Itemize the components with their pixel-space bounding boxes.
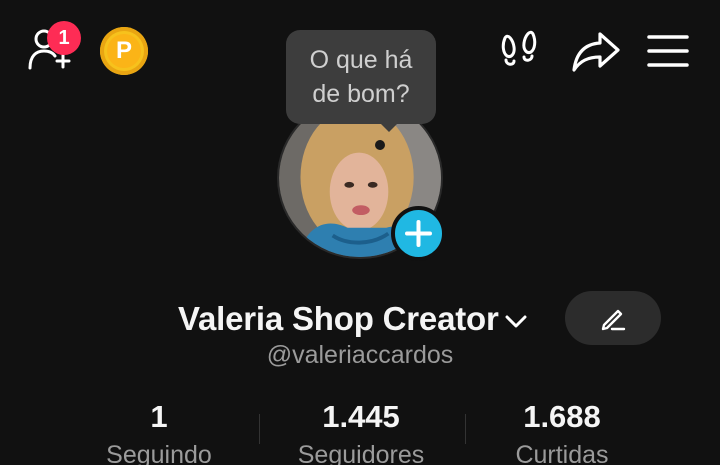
coin-icon[interactable]: P — [100, 27, 148, 75]
following-count: 1 — [150, 399, 168, 434]
menu-icon[interactable] — [646, 33, 690, 69]
coin-label: P — [107, 34, 141, 68]
status-tooltip[interactable]: O que há de bom? — [286, 30, 436, 124]
profile-screen: 1 P O que há de bom? Valeria Shop Creato… — [0, 0, 720, 465]
likes-count: 1.688 — [523, 399, 601, 434]
edit-profile-button[interactable] — [565, 291, 661, 345]
footprints-icon[interactable] — [497, 28, 543, 74]
status-dot — [375, 140, 385, 150]
username: @valeriaccardos — [266, 341, 454, 369]
share-icon[interactable] — [570, 28, 622, 74]
notification-badge: 1 — [47, 21, 81, 55]
plus-icon — [405, 220, 432, 247]
display-name-switcher[interactable]: Valeria Shop Creator — [178, 294, 529, 344]
following-stat[interactable]: 1 Seguindo — [98, 398, 220, 465]
tooltip-arrow — [380, 123, 398, 132]
tooltip-line-1: O que há — [309, 46, 413, 74]
add-photo-button[interactable] — [391, 206, 446, 261]
tooltip-line-2: de bom? — [312, 80, 410, 108]
stat-divider — [259, 414, 260, 444]
pencil-icon — [601, 309, 626, 331]
followers-label: Seguidores — [297, 441, 425, 465]
chevron-down-icon — [505, 315, 527, 328]
likes-label: Curtidas — [515, 441, 609, 465]
followers-stat[interactable]: 1.445 Seguidores — [288, 398, 434, 465]
following-label: Seguindo — [106, 441, 212, 465]
likes-stat[interactable]: 1.688 Curtidas — [506, 398, 618, 465]
display-name: Valeria Shop Creator — [178, 300, 499, 337]
stat-divider — [465, 414, 466, 444]
followers-count: 1.445 — [322, 399, 400, 434]
